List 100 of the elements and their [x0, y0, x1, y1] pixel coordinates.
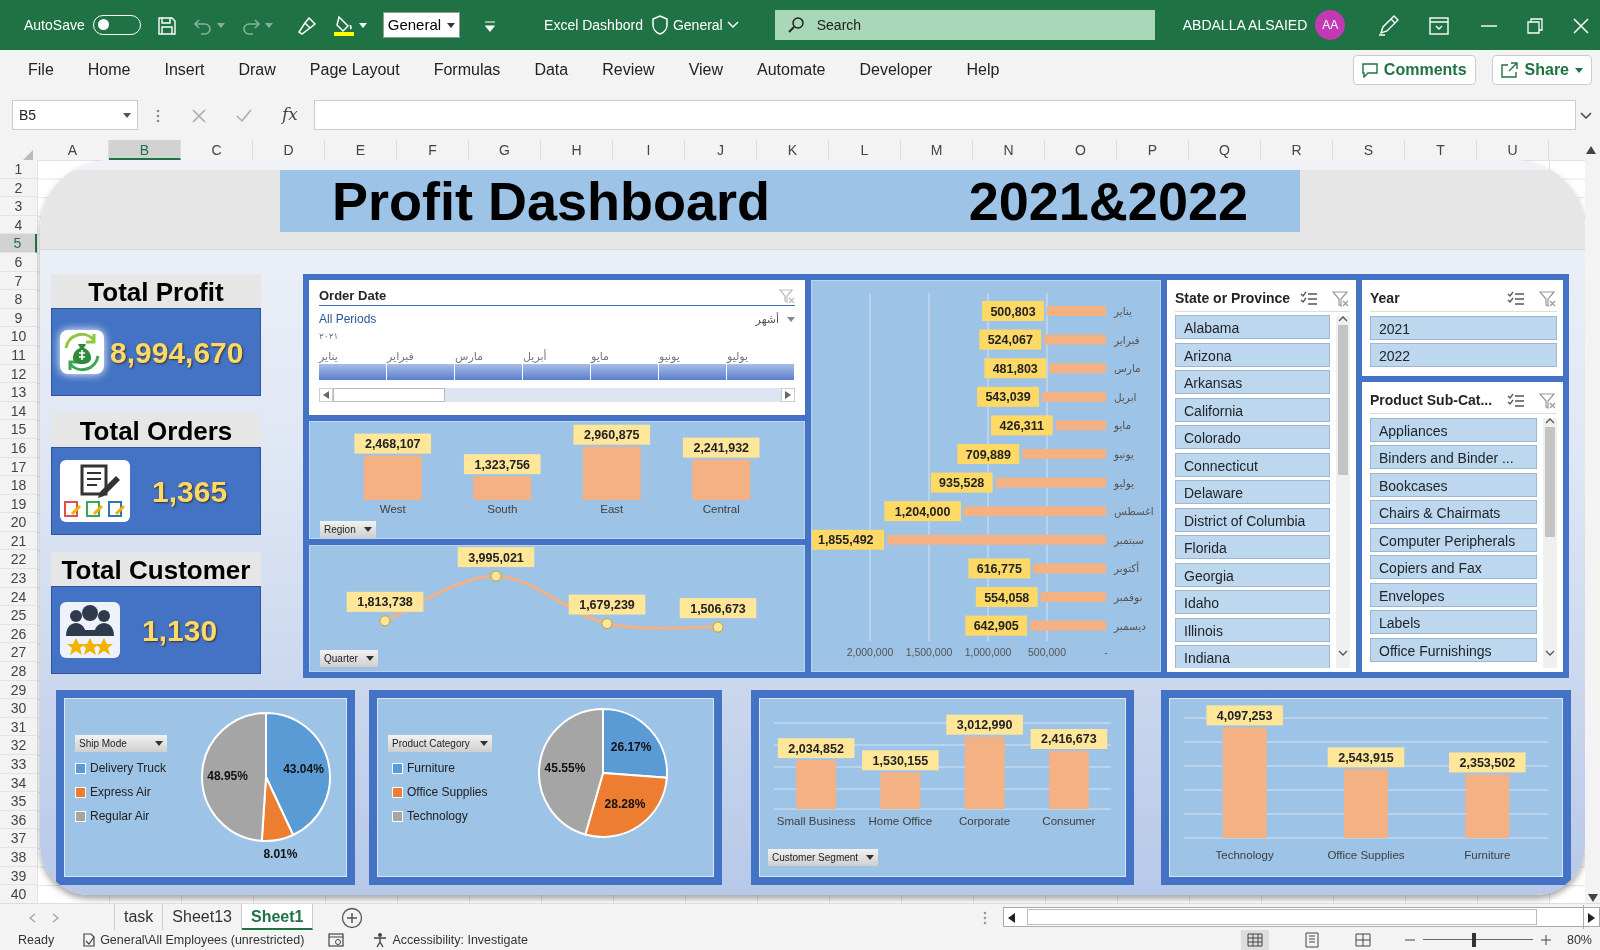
slicer-item[interactable]: Envelopes	[1370, 582, 1537, 607]
accessibility-icon[interactable]	[372, 932, 389, 949]
menu-tab[interactable]: Data	[534, 58, 569, 82]
zoom-level[interactable]: 80%	[1566, 930, 1592, 950]
multi-select-icon[interactable]	[1507, 291, 1525, 308]
timeline-tile[interactable]	[659, 363, 726, 380]
previous-sheet-icon[interactable]	[28, 912, 36, 923]
menu-tab[interactable]: Automate	[757, 58, 826, 82]
slicer-item[interactable]: Alabama	[1175, 315, 1330, 340]
multi-select-icon[interactable]	[1507, 393, 1525, 410]
scroll-right-icon[interactable]	[1588, 912, 1595, 923]
sensitivity-button[interactable]: General	[650, 14, 739, 36]
clear-filter-icon[interactable]	[1539, 291, 1557, 308]
slicer-item[interactable]: 2022	[1370, 343, 1557, 367]
slicer-item[interactable]: Chairs & Chairmats	[1370, 500, 1537, 524]
menu-tab[interactable]: Home	[87, 58, 131, 82]
scroll-up-icon[interactable]	[1338, 315, 1348, 322]
slider-thumb[interactable]	[1472, 933, 1477, 947]
timeline-scrollbar[interactable]	[319, 387, 795, 402]
sheet-tab[interactable]: Sheet1	[241, 904, 314, 930]
slicer-item[interactable]: Labels	[1370, 610, 1537, 634]
fill-color-icon[interactable]	[332, 14, 355, 37]
sensitivity-icon[interactable]	[82, 933, 97, 948]
brush-icon[interactable]	[296, 15, 317, 36]
slicer-scrollbar[interactable]	[1336, 315, 1350, 668]
slicer-item[interactable]: California	[1175, 397, 1330, 422]
normal-view-icon[interactable]	[1246, 933, 1263, 947]
menu-tab[interactable]: Review	[602, 58, 655, 82]
slicer-item[interactable]: Delaware	[1175, 480, 1330, 505]
menu-tab[interactable]: Formulas	[433, 58, 501, 82]
slicer-item[interactable]: Appliances	[1370, 417, 1537, 442]
vertical-scrollbar[interactable]	[1585, 160, 1600, 903]
multi-select-icon[interactable]	[1300, 291, 1318, 308]
slicer-item[interactable]: Copiers and Fax	[1370, 555, 1537, 579]
clear-filter-icon[interactable]	[1332, 291, 1350, 308]
timeline-tile[interactable]	[591, 363, 658, 380]
menu-tab[interactable]: Insert	[164, 58, 205, 82]
slicer-item[interactable]: Connecticut	[1175, 452, 1330, 477]
slicer-item[interactable]: Idaho	[1175, 590, 1330, 615]
minimize-icon[interactable]	[1481, 24, 1498, 27]
accessibility-status[interactable]: Accessibility: Investigate	[392, 930, 528, 950]
save-icon[interactable]	[156, 15, 177, 36]
slicer-item[interactable]: Bookcases	[1370, 472, 1537, 497]
slicer-item[interactable]: District of Columbia	[1175, 507, 1330, 532]
slicer-item[interactable]: Office Furnishings	[1370, 637, 1537, 662]
macro-icon[interactable]	[328, 933, 345, 948]
scroll-down-icon[interactable]	[1545, 649, 1555, 656]
menu-tab[interactable]: Draw	[238, 58, 276, 82]
row-header[interactable]: 5	[0, 234, 37, 253]
slicer-item[interactable]: Arizona	[1175, 342, 1330, 367]
share-button[interactable]: Share	[1491, 55, 1592, 85]
close-icon[interactable]	[1573, 17, 1590, 34]
undo-icon[interactable]	[192, 16, 213, 35]
sensitivity-label[interactable]: General\All Employees (unrestricted)	[100, 930, 305, 950]
customize-toolbar-icon[interactable]	[484, 19, 497, 32]
slicer-item[interactable]: 2021	[1370, 315, 1557, 340]
scroll-up-icon[interactable]	[1585, 145, 1597, 155]
ribbon-display-icon[interactable]	[1429, 16, 1450, 35]
expand-icon[interactable]	[1580, 111, 1592, 120]
menu-tab[interactable]: View	[688, 58, 724, 82]
slicer-item[interactable]: Colorado	[1175, 425, 1330, 450]
slicer-item[interactable]: Illinois	[1175, 617, 1330, 642]
timeline-tile[interactable]	[319, 363, 386, 380]
menu-tab[interactable]: File	[28, 58, 54, 82]
insert-function-button[interactable]: fx	[282, 102, 298, 128]
field-button[interactable]: Ship Mode	[75, 735, 167, 752]
slicer-item[interactable]: Indiana	[1175, 645, 1330, 668]
page-break-icon[interactable]	[1354, 933, 1371, 948]
zoom-out-icon[interactable]	[1404, 939, 1415, 942]
slicer-item[interactable]: Georgia	[1175, 562, 1330, 587]
scroll-thumb[interactable]	[1338, 324, 1348, 475]
redo-icon[interactable]	[240, 16, 261, 35]
timeline-tile[interactable]	[455, 363, 522, 380]
next-sheet-icon[interactable]	[52, 912, 60, 923]
time-level-dropdown[interactable]: أشهر	[755, 310, 795, 328]
slicer-item[interactable]: Computer Peripherals	[1370, 527, 1537, 552]
search-field[interactable]: Search	[774, 10, 1155, 40]
zoom-in-icon[interactable]	[1540, 935, 1551, 946]
timeline-tile[interactable]	[727, 363, 794, 380]
slicer-item[interactable]: Arkansas	[1175, 370, 1330, 395]
slicer-item[interactable]: Florida	[1175, 535, 1330, 560]
name-box[interactable]: B5	[12, 100, 138, 130]
menu-tab[interactable]: Developer	[859, 58, 933, 82]
page-layout-icon[interactable]	[1304, 932, 1319, 949]
slicer-scrollbar[interactable]	[1543, 418, 1557, 668]
menu-tab[interactable]: Help	[966, 58, 1000, 82]
avatar[interactable]: AA	[1315, 10, 1346, 40]
timeline-tile[interactable]	[387, 363, 454, 380]
comments-button[interactable]: Comments	[1352, 55, 1476, 85]
scroll-up-icon[interactable]	[1545, 418, 1555, 424]
zoom-slider[interactable]	[1422, 933, 1533, 947]
formula-field[interactable]	[313, 100, 1576, 130]
slicer-item[interactable]: Binders and Binder ...	[1370, 445, 1537, 469]
field-button[interactable]: Customer Segment	[768, 849, 879, 866]
scroll-thumb[interactable]	[1545, 427, 1555, 537]
clear-filter-icon[interactable]	[1539, 393, 1557, 410]
horizontal-scrollbar[interactable]	[1003, 907, 1600, 927]
cancel-icon[interactable]	[192, 108, 206, 123]
field-button[interactable]: Product Category	[388, 735, 492, 752]
field-button[interactable]: Region	[320, 521, 376, 538]
